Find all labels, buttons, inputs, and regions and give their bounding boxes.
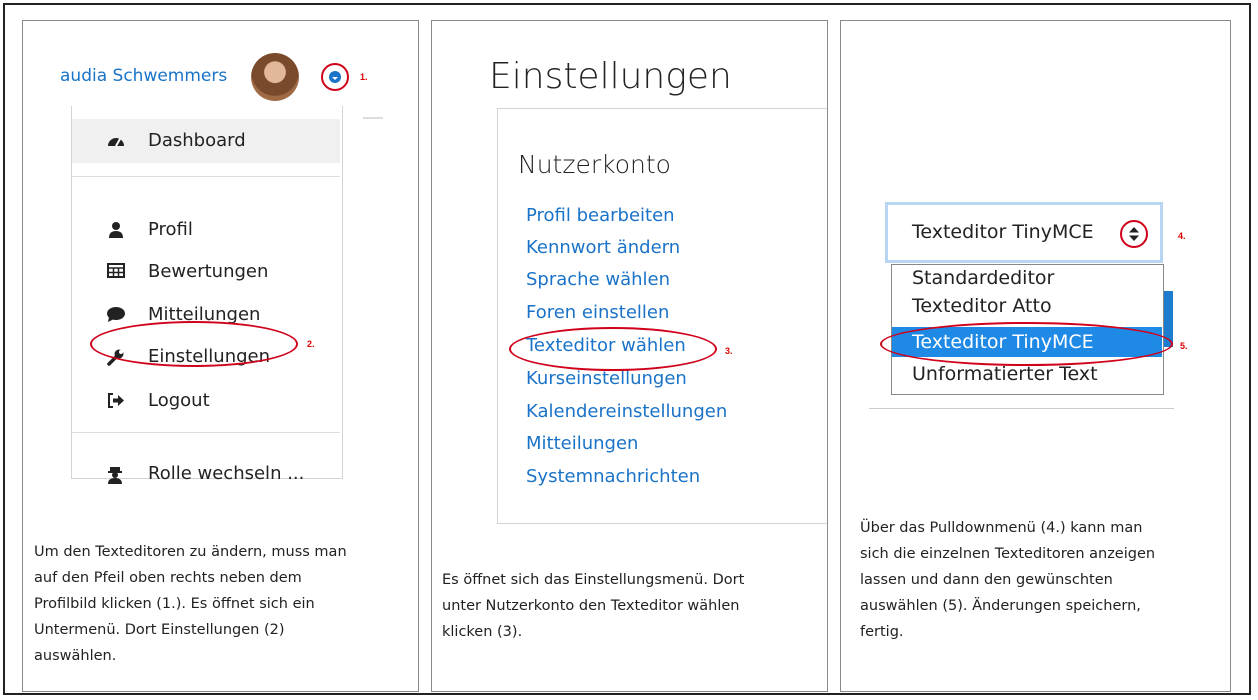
- select-current-value: Texteditor TinyMCE: [912, 221, 1094, 243]
- caption-panel-3: Über das Pulldownmenü (4.) kann man sich…: [860, 515, 1225, 645]
- caption-line: auswählen.: [34, 648, 117, 664]
- menu-item-profil[interactable]: Profil: [148, 219, 193, 240]
- user-secret-icon: [108, 467, 122, 484]
- user-dropdown-menu: Dashboard Profil Bewertungen Mitteilunge…: [71, 106, 343, 484]
- caption-line: Um den Texteditoren zu ändern, muss man: [34, 544, 347, 560]
- annotation-marker-1: 1.: [360, 72, 368, 82]
- select-arrows-icon: [1120, 220, 1148, 248]
- header-divider: [363, 117, 383, 119]
- annotation-oval-texteditor: [509, 327, 717, 371]
- annotation-marker-4: 4.: [1178, 231, 1186, 241]
- texteditor-select[interactable]: Texteditor TinyMCE: [885, 202, 1163, 263]
- caption-line: unter Nutzerkonto den Texteditor wählen: [442, 598, 740, 614]
- option-standardeditor[interactable]: Standardeditor: [892, 265, 1162, 291]
- caption-line: fertig.: [860, 624, 904, 640]
- link-kurseinstellungen[interactable]: Kurseinstellungen: [526, 368, 687, 389]
- caption-panel-1: Um den Texteditoren zu ändern, muss man …: [34, 539, 414, 669]
- caption-line: auf den Pfeil oben rechts neben dem: [34, 570, 302, 586]
- link-kennwort-aendern[interactable]: Kennwort ändern: [526, 237, 680, 258]
- caption-line: auswählen (5). Änderungen speichern,: [860, 598, 1141, 614]
- annotation-oval-tinymce: [880, 322, 1173, 366]
- annotation-marker-2: 2.: [307, 339, 315, 349]
- caption-line: Über das Pulldownmenü (4.) kann man: [860, 520, 1143, 536]
- caption-line: sich die einzelnen Texteditoren anzeigen: [860, 546, 1156, 562]
- caption-line: klicken (3).: [442, 624, 523, 640]
- menu-item-dashboard-row[interactable]: Dashboard: [72, 119, 340, 163]
- section-heading-nutzerkonto: Nutzerkonto: [518, 150, 671, 179]
- comment-icon: [107, 307, 125, 322]
- form-divider: [869, 408, 1174, 409]
- menu-divider: [72, 432, 340, 433]
- menu-item-logout[interactable]: Logout: [148, 390, 210, 411]
- link-systemnachrichten[interactable]: Systemnachrichten: [526, 466, 700, 487]
- link-sprache-waehlen[interactable]: Sprache wählen: [526, 269, 670, 290]
- caption-line: lassen und dann den gewünschten: [860, 572, 1113, 588]
- link-mitteilungen[interactable]: Mitteilungen: [526, 433, 638, 454]
- table-icon: [107, 263, 125, 278]
- caption-line: Untermenü. Dort Einstellungen (2): [34, 622, 285, 638]
- link-foren-einstellen[interactable]: Foren einstellen: [526, 302, 669, 323]
- dashboard-icon: [108, 138, 124, 147]
- caption-line: Profilbild klicken (1.). Es öffnet sich …: [34, 596, 315, 612]
- user-icon: [109, 222, 123, 238]
- panel-user-menu: audia Schwemmers 1. Dashboard Profil Bew…: [22, 20, 419, 692]
- settings-card: Nutzerkonto Profil bearbeiten Kennwort ä…: [497, 108, 827, 524]
- page-title: Einstellungen: [489, 56, 732, 97]
- caption-line: Es öffnet sich das Einstellungsmenü. Dor…: [442, 572, 745, 588]
- avatar[interactable]: [251, 53, 299, 101]
- menu-divider: [72, 176, 340, 177]
- menu-item-bewertungen[interactable]: Bewertungen: [148, 261, 268, 282]
- menu-item-dashboard[interactable]: Dashboard: [148, 130, 246, 151]
- caret-down-icon: [329, 71, 341, 83]
- link-profil-bearbeiten[interactable]: Profil bearbeiten: [526, 205, 675, 226]
- sign-out-icon: [108, 393, 124, 408]
- annotation-oval-einstellungen: [90, 321, 298, 367]
- user-name[interactable]: audia Schwemmers: [60, 66, 227, 86]
- annotation-marker-5: 5.: [1180, 341, 1188, 351]
- caption-panel-2: Es öffnet sich das Einstellungsmenü. Dor…: [442, 567, 822, 645]
- menu-item-rolle-wechseln[interactable]: Rolle wechseln ...: [148, 463, 304, 484]
- panel-editor-select: Texteditor TinyMCE 4. Standardeditor Tex…: [840, 20, 1231, 692]
- link-kalendereinstellungen[interactable]: Kalendereinstellungen: [526, 401, 727, 422]
- annotation-marker-3: 3.: [725, 346, 733, 356]
- user-menu-toggle-button[interactable]: [321, 63, 349, 91]
- option-texteditor-atto[interactable]: Texteditor Atto: [892, 293, 1162, 319]
- panel-settings: Einstellungen Nutzerkonto Profil bearbei…: [431, 20, 828, 692]
